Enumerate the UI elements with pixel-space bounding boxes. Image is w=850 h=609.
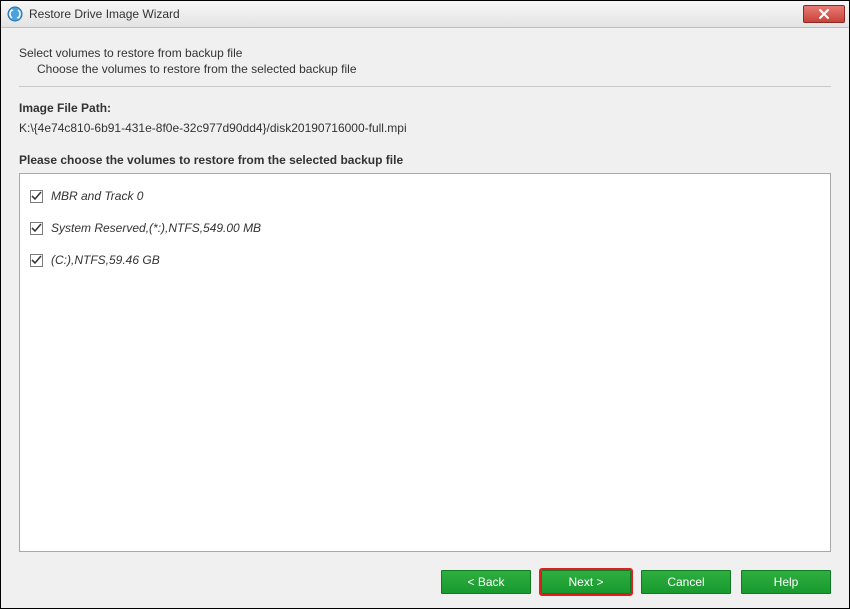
window-title: Restore Drive Image Wizard: [29, 7, 803, 21]
image-path-label: Image File Path:: [19, 101, 831, 115]
next-button[interactable]: Next >: [541, 570, 631, 594]
titlebar: Restore Drive Image Wizard: [1, 1, 849, 28]
back-button[interactable]: < Back: [441, 570, 531, 594]
page-title: Select volumes to restore from backup fi…: [19, 46, 831, 60]
wizard-footer: < Back Next > Cancel Help: [19, 552, 831, 594]
volumes-label: Please choose the volumes to restore fro…: [19, 153, 831, 167]
volumes-list: MBR and Track 0 System Reserved,(*:),NTF…: [19, 173, 831, 552]
volume-label: System Reserved,(*:),NTFS,549.00 MB: [51, 221, 261, 235]
wizard-body: Select volumes to restore from backup fi…: [1, 28, 849, 608]
volume-checkbox[interactable]: [30, 190, 43, 203]
divider: [19, 86, 831, 87]
close-button[interactable]: [803, 5, 845, 23]
cancel-button[interactable]: Cancel: [641, 570, 731, 594]
volume-row: (C:),NTFS,59.46 GB: [30, 250, 820, 270]
volume-label: (C:),NTFS,59.46 GB: [51, 253, 160, 267]
page-subtitle: Choose the volumes to restore from the s…: [37, 62, 831, 76]
help-button[interactable]: Help: [741, 570, 831, 594]
volume-checkbox[interactable]: [30, 254, 43, 267]
volume-row: System Reserved,(*:),NTFS,549.00 MB: [30, 218, 820, 238]
volume-checkbox[interactable]: [30, 222, 43, 235]
app-icon: [7, 6, 23, 22]
volume-row: MBR and Track 0: [30, 186, 820, 206]
volume-label: MBR and Track 0: [51, 189, 143, 203]
image-path-value: K:\{4e74c810-6b91-431e-8f0e-32c977d90dd4…: [19, 121, 831, 135]
